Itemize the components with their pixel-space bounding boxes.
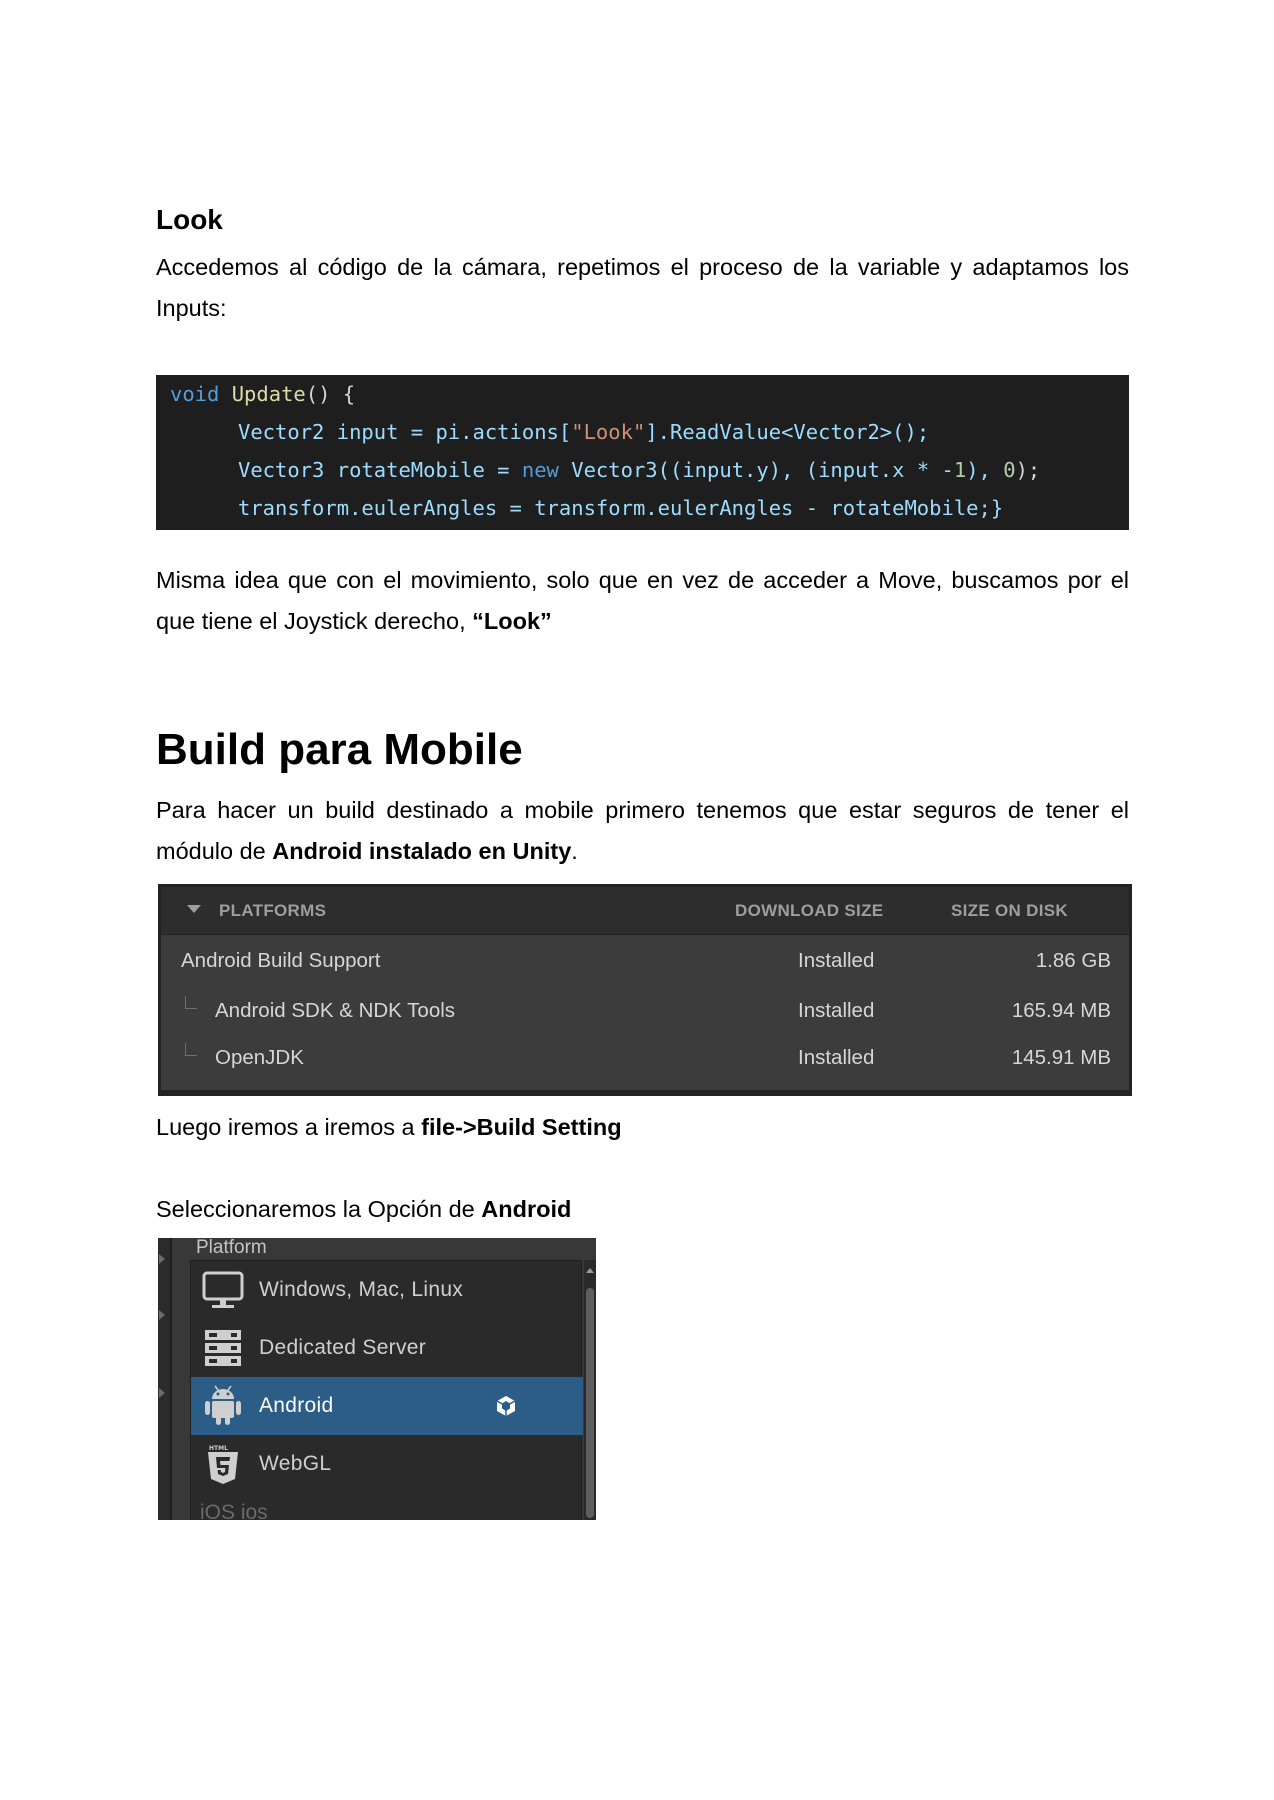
platform-item-ios-partial: iOS ios	[200, 1501, 268, 1520]
monitor-icon	[202, 1271, 244, 1308]
collapse-triangle-icon	[187, 905, 201, 913]
platforms-column-header: PLATFORMS	[219, 901, 327, 920]
html5-icon: HTML	[208, 1445, 238, 1484]
platforms-screenshot: PLATFORMS DOWNLOAD SIZE SIZE ON DISK And…	[158, 884, 1132, 1096]
platform-row: Android Build Support Installed 1.86 GB	[161, 938, 1129, 984]
platform-title: Platform	[196, 1238, 267, 1258]
code-block: void Update() { Vector2 input = pi.actio…	[156, 375, 1129, 530]
look-intro-paragraph: Accedemos al código de la cámara, repeti…	[156, 254, 1129, 321]
code-line-3: Vector3 rotateMobile = new Vector3((inpu…	[238, 458, 1041, 482]
code-line-2: Vector2 input = pi.actions["Look"].ReadV…	[238, 420, 930, 444]
tree-branch-icon	[185, 996, 197, 1009]
download-size-column-header: DOWNLOAD SIZE	[735, 901, 884, 920]
code-line-1: void Update() {	[170, 382, 356, 406]
platform-row: OpenJDK Installed 145.91 MB	[161, 1035, 1129, 1081]
code-line-4: transform.eulerAngles = transform.eulerA…	[238, 496, 1004, 520]
platform-row: Android SDK & NDK Tools Installed 165.94…	[161, 988, 1129, 1034]
look-heading: Look	[156, 204, 223, 235]
platform-name: Android SDK & NDK Tools	[215, 999, 456, 1022]
unity-logo-icon	[496, 1396, 516, 1416]
platform-size: 165.94 MB	[1011, 999, 1111, 1022]
scrollbar-thumb[interactable]	[586, 1288, 594, 1518]
side-panel	[158, 1238, 172, 1520]
platform-list-scrollbar[interactable]	[584, 1260, 596, 1520]
platform-size: 145.91 MB	[1011, 1046, 1111, 1069]
android-icon	[205, 1385, 241, 1425]
platform-status: Installed	[798, 949, 875, 972]
platform-list: Windows, Mac, Linux Dedicated Server And…	[190, 1260, 583, 1520]
look-after-paragraph: Misma idea que con el movimiento, solo q…	[156, 567, 1129, 634]
then-paragraph: Luego iremos a iremos a file->Build Sett…	[156, 1114, 622, 1140]
platform-item-dedicated-server[interactable]: Dedicated Server	[191, 1319, 583, 1377]
expand-arrow-icon	[159, 1388, 165, 1398]
platform-status: Installed	[798, 999, 875, 1022]
platform-item-webgl[interactable]: HTML WebGL	[191, 1435, 583, 1493]
platform-name: Android Build Support	[181, 949, 381, 972]
build-settings-screenshot: Platform Windows, Mac, Linux Dedicated S…	[158, 1238, 596, 1520]
scroll-up-icon	[586, 1268, 594, 1273]
select-paragraph: Seleccionaremos la Opción de Android	[156, 1196, 572, 1222]
platform-name: OpenJDK	[215, 1046, 304, 1069]
platform-size: 1.86 GB	[1035, 949, 1111, 972]
look-quote: “Look”	[472, 608, 552, 634]
build-intro-paragraph: Para hacer un build destinado a mobile p…	[156, 797, 1129, 864]
platforms-header: PLATFORMS DOWNLOAD SIZE SIZE ON DISK	[161, 887, 1129, 935]
tree-branch-icon	[185, 1043, 197, 1056]
server-icon	[205, 1330, 241, 1366]
size-on-disk-column-header: SIZE ON DISK	[951, 901, 1068, 920]
platform-item-android[interactable]: Android	[191, 1377, 583, 1435]
expand-arrow-icon	[159, 1254, 165, 1264]
platform-item-windows[interactable]: Windows, Mac, Linux	[191, 1261, 583, 1319]
expand-arrow-icon	[159, 1310, 165, 1320]
svg-text:HTML: HTML	[209, 1445, 228, 1452]
build-heading: Build para Mobile	[156, 725, 523, 774]
platform-status: Installed	[798, 1046, 875, 1069]
